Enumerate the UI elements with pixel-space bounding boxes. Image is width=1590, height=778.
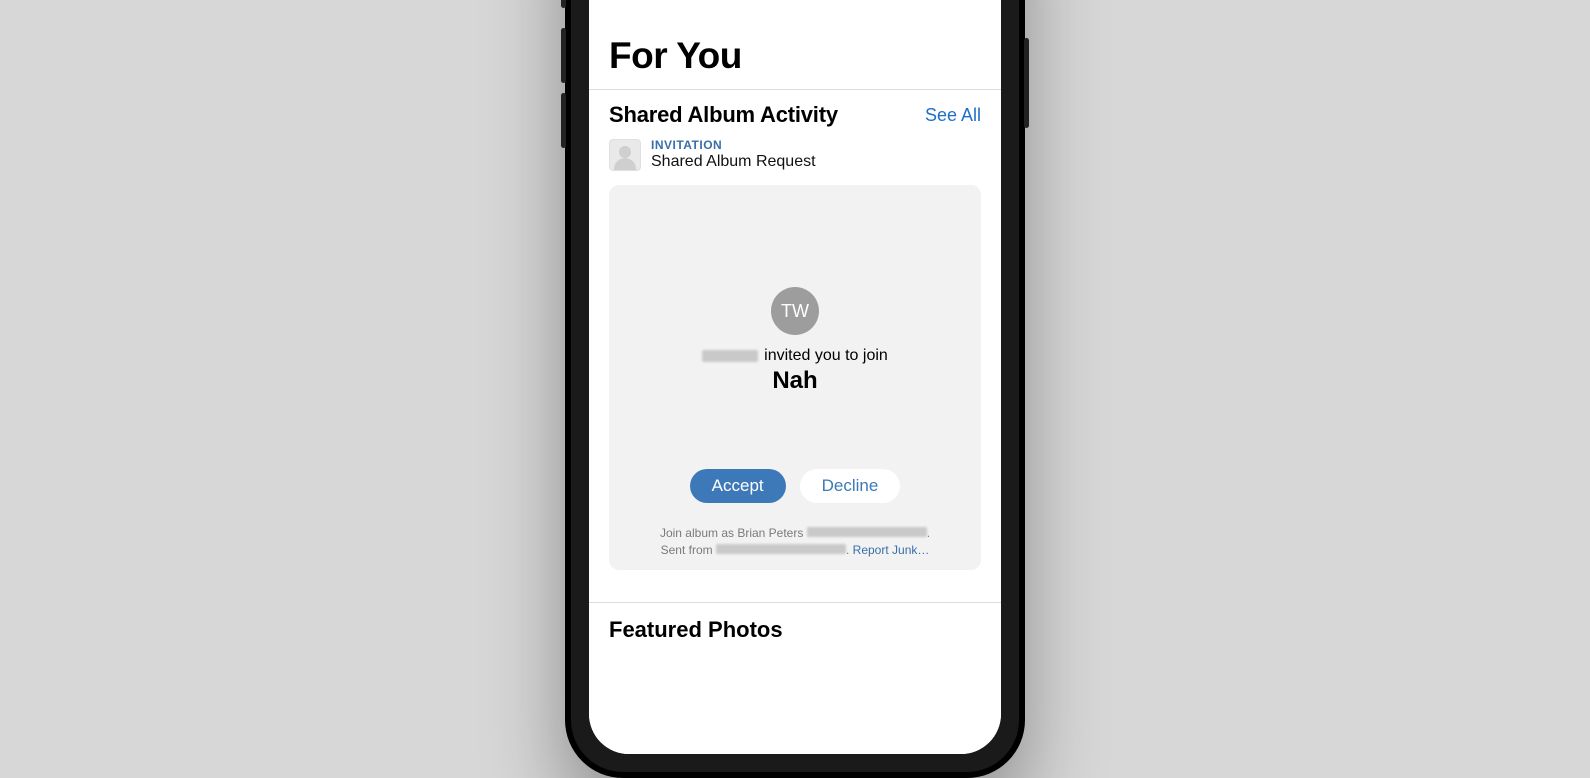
report-junk-link[interactable]: Report Junk… bbox=[853, 543, 930, 557]
volume-down-button bbox=[561, 93, 566, 148]
redacted-from bbox=[716, 544, 846, 554]
redacted-email bbox=[807, 527, 927, 537]
app-content[interactable]: For You Shared Album Activity See All IN… bbox=[589, 17, 1001, 754]
phone-screen: For You Shared Album Activity See All IN… bbox=[589, 0, 1001, 754]
page-title: For You bbox=[589, 17, 1001, 89]
invite-text: invited you to join bbox=[764, 347, 888, 365]
invitation-card: TW invited you to join Nah Accept Declin… bbox=[609, 185, 981, 570]
decline-button[interactable]: Decline bbox=[800, 469, 901, 503]
phone-bezel: For You Shared Album Activity See All IN… bbox=[571, 0, 1019, 772]
album-icon bbox=[609, 139, 641, 171]
featured-section-title: Featured Photos bbox=[589, 603, 1001, 643]
invitation-footer: Join album as Brian Peters . Sent from .… bbox=[623, 525, 967, 560]
redacted-sender-name bbox=[702, 350, 758, 362]
invitation-subtitle: Shared Album Request bbox=[651, 153, 816, 171]
invite-line: invited you to join bbox=[702, 347, 888, 365]
shared-section-title: Shared Album Activity bbox=[609, 102, 838, 128]
phone-frame: For You Shared Album Activity See All IN… bbox=[565, 0, 1025, 778]
album-name: Nah bbox=[772, 367, 817, 395]
accept-button[interactable]: Accept bbox=[690, 469, 786, 503]
volume-up-button bbox=[561, 28, 566, 83]
sent-from-text: Sent from bbox=[661, 543, 713, 557]
side-button bbox=[1024, 38, 1029, 128]
invitation-row[interactable]: INVITATION Shared Album Request bbox=[589, 132, 1001, 181]
button-row: Accept Decline bbox=[690, 469, 901, 503]
avatar: TW bbox=[771, 287, 819, 335]
shared-section-header: Shared Album Activity See All bbox=[589, 90, 1001, 132]
join-as-text: Join album as Brian Peters bbox=[660, 526, 803, 540]
see-all-button[interactable]: See All bbox=[925, 105, 981, 126]
silence-switch bbox=[561, 0, 566, 8]
invitation-eyebrow: INVITATION bbox=[651, 138, 816, 152]
